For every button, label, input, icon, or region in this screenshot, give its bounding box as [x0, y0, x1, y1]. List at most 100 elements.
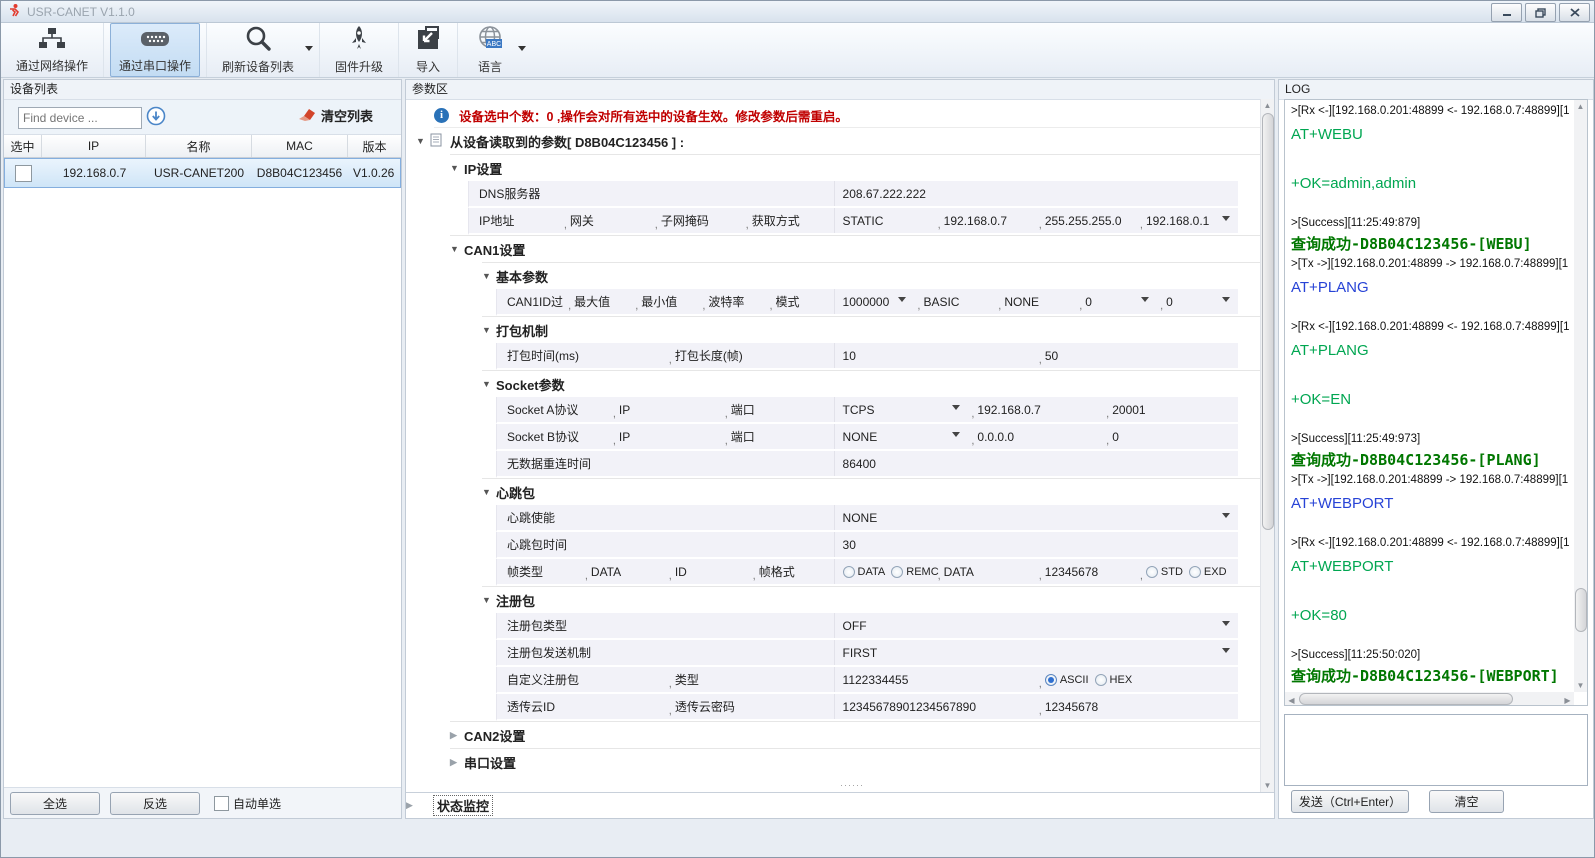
param-value[interactable]: 0	[1166, 295, 1173, 309]
scroll-up-icon[interactable]: ▲	[1574, 100, 1587, 113]
param-group-expanded[interactable]: ▼Socket参数	[482, 370, 1261, 397]
log-horizontal-scrollbar[interactable]: ◀ ▶	[1285, 692, 1574, 705]
param-value-cell[interactable]: 12345678	[1045, 565, 1137, 579]
param-group-collapsed[interactable]: ▶CAN2设置	[450, 721, 1261, 748]
param-value[interactable]: NONE	[843, 511, 878, 525]
expand-arrow-icon[interactable]: ▼	[482, 325, 496, 335]
param-value-cell[interactable]: BASIC	[923, 295, 995, 309]
param-value-cell[interactable]: 255.255.255.0	[1045, 214, 1137, 228]
scrollbar-thumb[interactable]	[1262, 113, 1274, 530]
param-value-cell[interactable]: ASCIIHEX	[1045, 674, 1238, 686]
import-button[interactable]: 导入	[405, 23, 451, 77]
network-operate-button[interactable]: 通过网络操作	[7, 23, 97, 77]
language-dropdown-arrow-icon[interactable]	[518, 46, 526, 55]
log-vertical-scrollbar[interactable]: ▲ ▼	[1574, 100, 1587, 692]
scrollbar-thumb[interactable]	[1299, 693, 1513, 705]
scroll-down-icon[interactable]: ▼	[1574, 679, 1587, 692]
param-group-expanded[interactable]: ▼注册包	[482, 586, 1261, 613]
restore-button[interactable]	[1525, 3, 1556, 22]
scroll-down-icon[interactable]: ▼	[1261, 779, 1274, 792]
status-monitor-bar[interactable]: ▶ 状态监控	[406, 792, 1274, 818]
radio-hex[interactable]	[1095, 674, 1107, 686]
param-value-cell[interactable]: STDEXD	[1146, 566, 1238, 578]
param-value[interactable]: 1122334455	[843, 673, 909, 687]
param-value-cell[interactable]: 0	[1085, 295, 1157, 309]
radio-remc[interactable]	[891, 566, 903, 578]
clear-log-button[interactable]: 清空	[1429, 790, 1504, 813]
language-button[interactable]: ABC 语言	[464, 23, 516, 77]
param-value-cell[interactable]: NONE	[843, 430, 969, 444]
radio-std[interactable]	[1146, 566, 1158, 578]
param-value[interactable]: NONE	[843, 430, 878, 444]
device-column-header[interactable]: 名称	[146, 135, 252, 157]
refresh-device-list-button[interactable]: 刷新设备列表	[213, 23, 303, 77]
close-button[interactable]	[1559, 3, 1590, 22]
radio-ascii[interactable]	[1045, 674, 1057, 686]
param-value-cell[interactable]: 208.67.222.222	[843, 187, 1238, 201]
param-value-cell[interactable]: 192.168.0.7	[944, 214, 1036, 228]
command-input[interactable]	[1284, 714, 1588, 786]
param-value[interactable]: 12345678	[1045, 700, 1098, 714]
search-input[interactable]	[18, 107, 142, 129]
param-value-cell[interactable]: 1122334455	[843, 673, 1036, 687]
device-column-header[interactable]: 选中	[4, 135, 42, 157]
scroll-up-icon[interactable]: ▲	[1261, 99, 1274, 112]
param-value[interactable]: FIRST	[843, 646, 878, 660]
find-device-button[interactable]	[146, 106, 166, 126]
param-value[interactable]: TCPS	[843, 403, 875, 417]
param-group-expanded[interactable]: ▼心跳包	[482, 478, 1261, 505]
param-value[interactable]: 192.168.0.1	[1146, 214, 1209, 228]
param-value-cell[interactable]: TCPS	[843, 403, 969, 417]
auto-single-checkbox[interactable]	[214, 796, 229, 811]
expand-arrow-icon[interactable]: ▼	[482, 595, 496, 605]
refresh-dropdown-arrow-icon[interactable]	[305, 46, 313, 55]
dropdown-arrow-icon[interactable]	[898, 297, 906, 306]
minimize-button[interactable]	[1491, 3, 1522, 22]
param-value[interactable]: DATA	[944, 565, 974, 579]
expand-arrow-icon[interactable]: ▼	[482, 271, 496, 281]
param-value-cell[interactable]: 50	[1045, 349, 1238, 363]
param-value[interactable]: 12345678901234567890	[843, 700, 976, 714]
param-group-collapsed[interactable]: ▶串口设置	[450, 748, 1261, 775]
param-value[interactable]: 12345678	[1045, 565, 1098, 579]
send-button[interactable]: 发送（Ctrl+Enter）	[1291, 790, 1409, 813]
param-value[interactable]: 0.0.0.0	[977, 430, 1014, 444]
param-value[interactable]: NONE	[1004, 295, 1039, 309]
device-column-header[interactable]: IP	[42, 135, 146, 157]
param-value[interactable]: 255.255.255.0	[1045, 214, 1122, 228]
radio-exd[interactable]	[1189, 566, 1201, 578]
param-group-expanded[interactable]: ▼IP设置	[450, 154, 1261, 181]
dropdown-arrow-icon[interactable]	[952, 405, 960, 414]
param-value-cell[interactable]: STATIC	[843, 214, 935, 228]
param-value-cell[interactable]: 86400	[843, 457, 1238, 471]
splitter-handle[interactable]: ······	[840, 780, 864, 790]
param-group-expanded[interactable]: ▼基本参数	[482, 262, 1261, 289]
param-value[interactable]: OFF	[843, 619, 867, 633]
param-value[interactable]: 20001	[1112, 403, 1145, 417]
dropdown-arrow-icon[interactable]	[1222, 216, 1230, 225]
param-value-cell[interactable]: 192.168.0.1	[1146, 214, 1238, 228]
param-value[interactable]: 86400	[843, 457, 876, 471]
param-value[interactable]: 208.67.222.222	[843, 187, 926, 201]
radio-data[interactable]	[843, 566, 855, 578]
param-value-cell[interactable]: 20001	[1112, 403, 1238, 417]
firmware-upgrade-button[interactable]: 导入 固件升级	[326, 23, 392, 77]
device-column-header[interactable]: 版本	[348, 135, 401, 157]
param-root-node[interactable]: ▼从设备读取到的参数[ D8B04C123456 ] :	[416, 128, 1261, 154]
scroll-right-icon[interactable]: ▶	[1561, 694, 1574, 706]
device-table-row[interactable]: 192.168.0.7USR-CANET200D8B04C123456V1.0.…	[4, 158, 401, 188]
dropdown-arrow-icon[interactable]	[1222, 648, 1230, 657]
param-value[interactable]: 50	[1045, 349, 1058, 363]
param-value-cell[interactable]: 192.168.0.7	[977, 403, 1103, 417]
param-value[interactable]: BASIC	[923, 295, 959, 309]
expand-arrow-icon[interactable]: ▼	[450, 163, 464, 173]
param-value-cell[interactable]: 0	[1166, 295, 1238, 309]
param-value-cell[interactable]: DATA	[944, 565, 1036, 579]
expand-arrow-icon[interactable]: ▼	[416, 136, 430, 146]
param-value-cell[interactable]: NONE	[843, 511, 1238, 525]
param-value-cell[interactable]: FIRST	[843, 646, 1238, 660]
dropdown-arrow-icon[interactable]	[952, 432, 960, 441]
param-value-cell[interactable]: 0	[1112, 430, 1238, 444]
param-value-cell[interactable]: 12345678	[1045, 700, 1238, 714]
dropdown-arrow-icon[interactable]	[1141, 297, 1149, 306]
